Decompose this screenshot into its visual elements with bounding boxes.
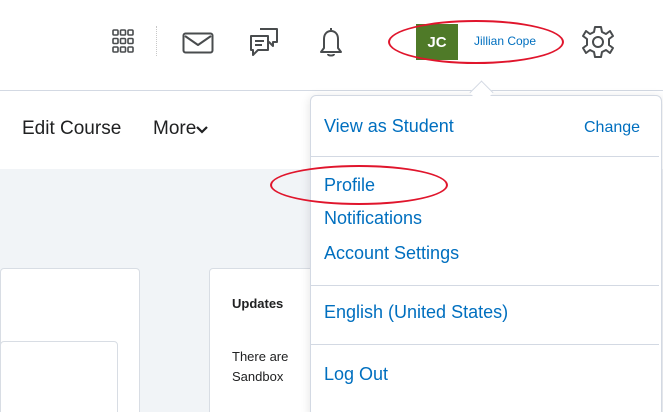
content-card-inner — [0, 341, 118, 412]
top-bar: JC Jillian Cope — [0, 0, 663, 88]
notifications-link[interactable]: Notifications — [324, 208, 422, 229]
view-as-student-link[interactable]: View as Student — [324, 116, 454, 137]
menu-divider — [311, 156, 659, 157]
language-link[interactable]: English (United States) — [324, 302, 508, 323]
apps-grid-icon[interactable] — [111, 28, 135, 54]
updates-text: There are Sandbox — [232, 349, 289, 384]
menu-divider — [311, 285, 659, 286]
bell-icon[interactable] — [318, 26, 344, 58]
user-highlight-ellipse — [388, 20, 564, 64]
gear-icon[interactable] — [581, 25, 615, 59]
page: JC Jillian Cope Edit Course More Updates… — [0, 0, 663, 412]
account-settings-link[interactable]: Account Settings — [324, 243, 459, 264]
edit-course-link[interactable]: Edit Course — [22, 118, 121, 140]
change-link[interactable]: Change — [584, 119, 640, 137]
mail-icon[interactable] — [182, 32, 214, 54]
log-out-link[interactable]: Log Out — [324, 364, 388, 385]
toolbar-separator — [156, 26, 157, 56]
more-menu-button[interactable]: More — [153, 118, 196, 140]
updates-title: Updates — [232, 296, 284, 311]
chat-icon[interactable] — [248, 26, 280, 58]
chevron-down-icon[interactable] — [196, 126, 208, 134]
profile-highlight-ellipse — [270, 165, 448, 205]
menu-divider — [311, 344, 659, 345]
